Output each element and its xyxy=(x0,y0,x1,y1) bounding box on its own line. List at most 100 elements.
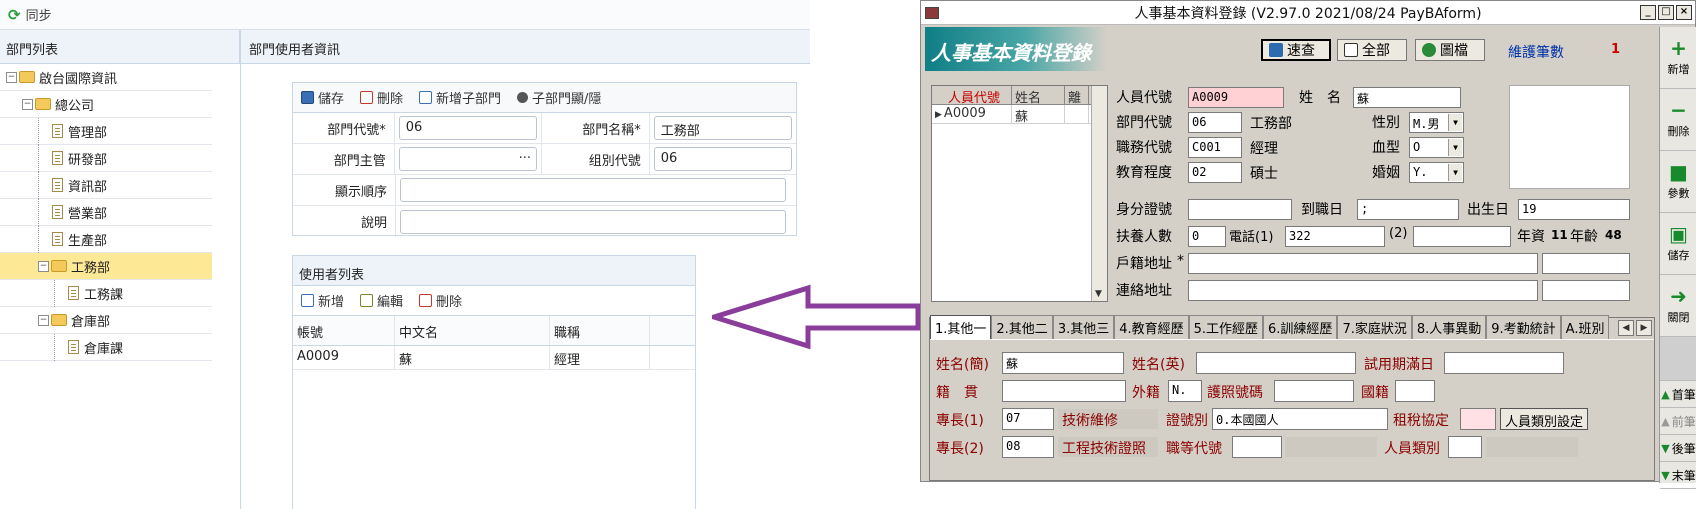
tab-5[interactable]: 5.工作經歷 xyxy=(1188,315,1264,339)
tree-item[interactable]: 工務課 xyxy=(0,279,212,307)
chevron-down-icon[interactable]: ▼ xyxy=(1448,114,1462,131)
tab-9[interactable]: 9.考勤統計 xyxy=(1486,315,1561,339)
contact-address-input[interactable] xyxy=(1188,280,1538,301)
job-code-input[interactable]: C001 xyxy=(1188,137,1242,158)
tree-item[interactable]: 生產部 xyxy=(0,225,212,253)
dependents-stepper[interactable]: 0 xyxy=(1188,226,1226,247)
tab-1[interactable]: 1.其他一 xyxy=(930,315,992,339)
tree-item[interactable]: 倉庫課 xyxy=(0,333,212,361)
parameters-button[interactable]: ■ 參數 xyxy=(1660,151,1696,213)
marriage-select[interactable]: Y. ▼ xyxy=(1409,162,1464,183)
chevron-down-icon[interactable]: ▼ xyxy=(1448,139,1462,156)
dept-code-input[interactable]: 06 xyxy=(1188,112,1242,133)
native-place-input[interactable] xyxy=(1002,380,1126,402)
image-archive-button[interactable]: 圖檔 xyxy=(1415,39,1485,61)
collapse-toggle-icon[interactable]: − xyxy=(38,314,49,326)
foreign-select[interactable]: N. xyxy=(1168,380,1202,402)
column-header-account[interactable]: 帳號 xyxy=(293,316,395,345)
edit-user-button[interactable]: 編輯 xyxy=(360,291,403,310)
scroll-down-icon[interactable]: ▼ xyxy=(1095,289,1102,299)
list-scrollbar[interactable]: ▼ xyxy=(1091,86,1107,301)
tax-treaty-input[interactable] xyxy=(1460,408,1496,430)
name-input[interactable]: 蘇 xyxy=(1353,87,1461,108)
tree-item[interactable]: 研發部 xyxy=(0,144,212,172)
show-all-button[interactable]: 全部 xyxy=(1337,39,1407,61)
skill2-code-input[interactable]: 08 xyxy=(1002,436,1054,458)
column-header-emp-code[interactable]: 人員代號 xyxy=(932,86,1012,106)
tab-7[interactable]: 7.家庭狀況 xyxy=(1337,315,1412,339)
passport-input[interactable] xyxy=(1274,380,1354,402)
contact-address-extra[interactable] xyxy=(1542,280,1630,301)
last-record-button[interactable]: ▼ 末筆 xyxy=(1660,462,1696,489)
tree-item[interactable]: 資訊部 xyxy=(0,171,212,199)
save-record-button[interactable]: ▣ 儲存 xyxy=(1660,213,1696,275)
short-name-input[interactable]: 蘇 xyxy=(1002,352,1124,374)
registered-address-input[interactable] xyxy=(1188,253,1538,274)
gender-select[interactable]: M.男 ▼ xyxy=(1409,112,1464,133)
first-record-button[interactable]: ▲ 首筆 xyxy=(1660,381,1696,408)
delete-button[interactable]: 刪除 xyxy=(360,88,403,107)
cert-type-select[interactable]: 0.本國國人 xyxy=(1212,408,1388,430)
add-child-dept-button[interactable]: 新增子部門 xyxy=(419,88,501,107)
sync-bar[interactable]: ⟳ 同步 xyxy=(0,0,810,30)
tab-2[interactable]: 2.其他二 xyxy=(991,315,1053,339)
skill1-code-input[interactable]: 07 xyxy=(1002,408,1054,430)
prev-record-button[interactable]: ▲ 前筆 xyxy=(1660,408,1696,435)
dept-name-input[interactable]: 工務部 xyxy=(653,116,793,140)
collapse-toggle-icon[interactable]: − xyxy=(22,98,33,110)
add-user-button[interactable]: 新增 xyxy=(301,291,344,310)
staff-type-setting-button[interactable]: 人員類別設定 xyxy=(1500,408,1589,430)
collapse-toggle-icon[interactable]: − xyxy=(38,260,49,272)
column-header-resigned[interactable]: 離 xyxy=(1065,86,1089,106)
save-button[interactable]: 儲存 xyxy=(301,88,344,107)
employee-photo[interactable] xyxy=(1509,85,1630,189)
tree-item[interactable]: − 啟台國際資訊 xyxy=(0,64,212,91)
tree-item[interactable]: − 總公司 xyxy=(0,91,212,118)
window-titlebar[interactable]: 人事基本資料登錄 (V2.97.0 2021/08/24 PayBAform) … xyxy=(921,1,1695,25)
tree-item[interactable]: 管理部 xyxy=(0,117,212,145)
registered-address-extra[interactable] xyxy=(1542,253,1630,274)
delete-record-button[interactable]: − 刪除 xyxy=(1660,89,1696,151)
english-name-input[interactable] xyxy=(1196,352,1356,374)
probation-end-input[interactable] xyxy=(1444,352,1564,374)
list-item[interactable]: ▶ A0009 蘇 xyxy=(932,105,1107,125)
tab-4[interactable]: 4.教育經歷 xyxy=(1114,315,1189,339)
close-window-button[interactable]: × xyxy=(1676,5,1692,20)
tree-item[interactable]: − 工務部 xyxy=(0,253,212,280)
grade-code-input[interactable] xyxy=(1232,436,1282,458)
manager-picker[interactable]: ··· xyxy=(398,147,538,171)
next-record-button[interactable]: ▼ 後筆 xyxy=(1660,435,1696,462)
tree-item[interactable]: 營業部 xyxy=(0,198,212,226)
minimize-button[interactable]: _ xyxy=(1640,5,1656,20)
tree-item[interactable]: − 倉庫部 xyxy=(0,307,212,334)
phone2-input[interactable] xyxy=(1413,226,1511,247)
emp-code-input[interactable]: A0009 xyxy=(1188,87,1284,108)
column-header-title[interactable]: 職稱 xyxy=(550,316,650,345)
order-input[interactable] xyxy=(400,178,786,202)
tab-8[interactable]: 8.人事異動 xyxy=(1411,315,1487,339)
nationality-input[interactable] xyxy=(1395,380,1435,402)
chevron-down-icon[interactable]: ▼ xyxy=(1448,164,1462,181)
tab-scroll-right-icon[interactable]: ▶ xyxy=(1636,320,1652,336)
collapse-toggle-icon[interactable]: − xyxy=(6,71,17,83)
tab-scroll-left-icon[interactable]: ◀ xyxy=(1618,320,1634,336)
delete-user-button[interactable]: 刪除 xyxy=(419,291,462,310)
tab-10[interactable]: A.班別 xyxy=(1560,315,1610,339)
desc-input[interactable] xyxy=(400,209,786,234)
maximize-button[interactable]: □ xyxy=(1658,5,1674,20)
phone1-input[interactable]: 322 xyxy=(1285,226,1385,247)
column-header-emp-name[interactable]: 姓名 xyxy=(1012,86,1065,106)
dept-code-input[interactable]: 06 xyxy=(398,116,538,140)
close-form-button[interactable]: ➜ 關閉 xyxy=(1660,275,1696,337)
toggle-child-dept-button[interactable]: 子部門顯/隱 xyxy=(517,88,601,107)
tab-6[interactable]: 6.訓練經歷 xyxy=(1263,315,1338,339)
staff-category-input[interactable] xyxy=(1448,436,1482,458)
blood-select[interactable]: O ▼ xyxy=(1409,137,1464,158)
ellipsis-icon[interactable]: ··· xyxy=(519,151,531,166)
education-code-input[interactable]: 02 xyxy=(1188,162,1242,183)
group-code-input[interactable]: 06 xyxy=(653,147,793,171)
birth-date-input[interactable]: 19 xyxy=(1518,199,1630,220)
quick-search-button[interactable]: 速查 xyxy=(1261,39,1331,61)
table-row[interactable]: A0009 蘇 經理 xyxy=(293,346,695,370)
column-header-name[interactable]: 中文名 xyxy=(395,316,550,345)
